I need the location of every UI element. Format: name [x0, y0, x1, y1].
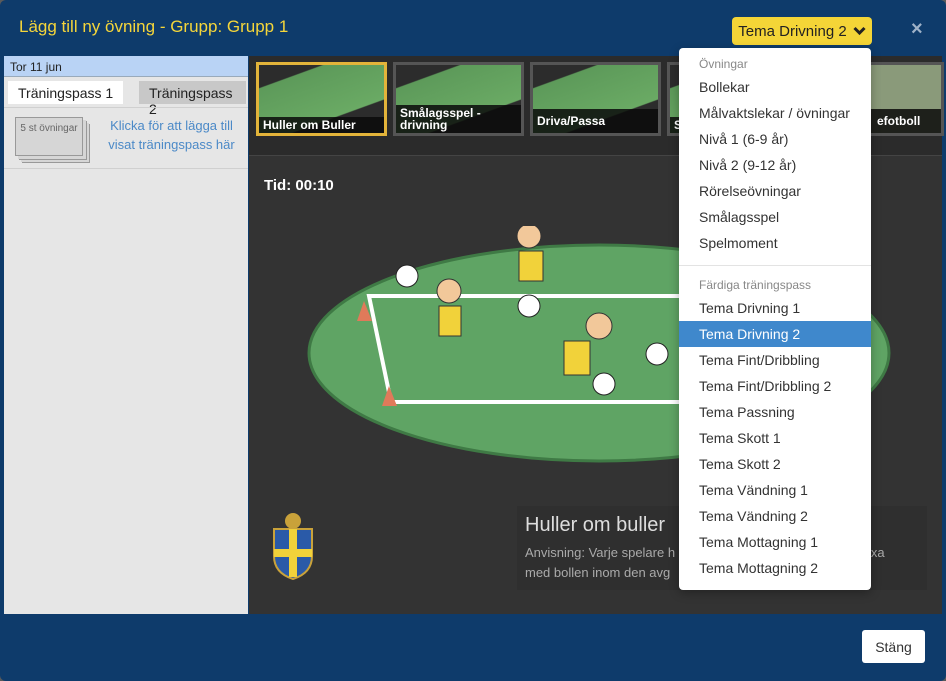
- add-exercise-modal: Lägg till ny övning - Grupp: Grupp 1 Tem…: [0, 0, 946, 681]
- dropdown-item-selected[interactable]: Tema Drivning 2: [679, 321, 871, 347]
- thumbnail-huller-om-buller[interactable]: Huller om Buller: [256, 62, 387, 136]
- dropdown-item[interactable]: Tema Vändning 2: [679, 503, 871, 529]
- close-icon[interactable]: ×: [911, 18, 923, 41]
- close-button[interactable]: Stäng: [862, 630, 925, 663]
- dropdown-item[interactable]: Rörelseövningar: [679, 178, 871, 204]
- instruction-part: med bollen inom den avg: [525, 565, 671, 580]
- dropdown-item[interactable]: Smålagsspel: [679, 204, 871, 230]
- dropdown-item[interactable]: Tema Fint/Dribbling: [679, 347, 871, 373]
- exercise-time: Tid: 00:10: [264, 177, 334, 194]
- instruction-part: Anvisning: Varje spelare h: [525, 545, 676, 560]
- exercise-stack: 5 st övningar: [15, 117, 83, 156]
- thumbnail-smalagsspel[interactable]: Smålagsspel - drivning: [393, 62, 524, 136]
- dropdown-item[interactable]: Tema Fint/Dribbling 2: [679, 373, 871, 399]
- dropdown-item[interactable]: Nivå 1 (6-9 år): [679, 126, 871, 152]
- dropdown-item[interactable]: Tema Mottagning 2: [679, 555, 871, 581]
- dropdown-header: Färdiga träningspass: [699, 278, 812, 292]
- tab-traningspass-1[interactable]: Träningspass 1: [8, 81, 124, 104]
- date-label: Tor 11 jun: [4, 56, 248, 77]
- left-panel: Tor 11 jun Träningspass 1 Träningspass 2…: [4, 56, 248, 614]
- dropdown-header: Övningar: [699, 57, 748, 71]
- dropdown-item[interactable]: Tema Skott 1: [679, 425, 871, 451]
- add-session-area[interactable]: 5 st övningar Klicka för att lägga till …: [4, 107, 248, 169]
- tab-traningspass-2[interactable]: Träningspass 2: [139, 81, 246, 117]
- theme-button-label: Tema Drivning 2: [738, 22, 847, 40]
- chevron-down-icon: [853, 26, 866, 36]
- add-session-link[interactable]: Klicka för att lägga till visat tränings…: [104, 116, 239, 154]
- dropdown-item[interactable]: Nivå 2 (9-12 år): [679, 152, 871, 178]
- dropdown-divider: [679, 265, 871, 266]
- svff-crest-logo: [273, 513, 313, 581]
- theme-dropdown-menu: Övningar Bollekar Målvaktslekar / övning…: [679, 48, 871, 590]
- dropdown-item[interactable]: Tema Skott 2: [679, 451, 871, 477]
- modal-title: Lägg till ny övning - Grupp: Grupp 1: [19, 17, 289, 36]
- dropdown-item[interactable]: Tema Drivning 1: [679, 295, 871, 321]
- dropdown-item[interactable]: Spelmoment: [679, 230, 871, 256]
- thumbnail-driva-passa[interactable]: Driva/Passa: [530, 62, 661, 136]
- theme-dropdown-button[interactable]: Tema Drivning 2: [732, 17, 872, 45]
- dropdown-item[interactable]: Tema Mottagning 1: [679, 529, 871, 555]
- dropdown-item[interactable]: Målvaktslekar / övningar: [679, 100, 871, 126]
- dropdown-item[interactable]: Tema Vändning 1: [679, 477, 871, 503]
- dropdown-item[interactable]: Bollekar: [679, 74, 871, 100]
- dropdown-item[interactable]: Tema Passning: [679, 399, 871, 425]
